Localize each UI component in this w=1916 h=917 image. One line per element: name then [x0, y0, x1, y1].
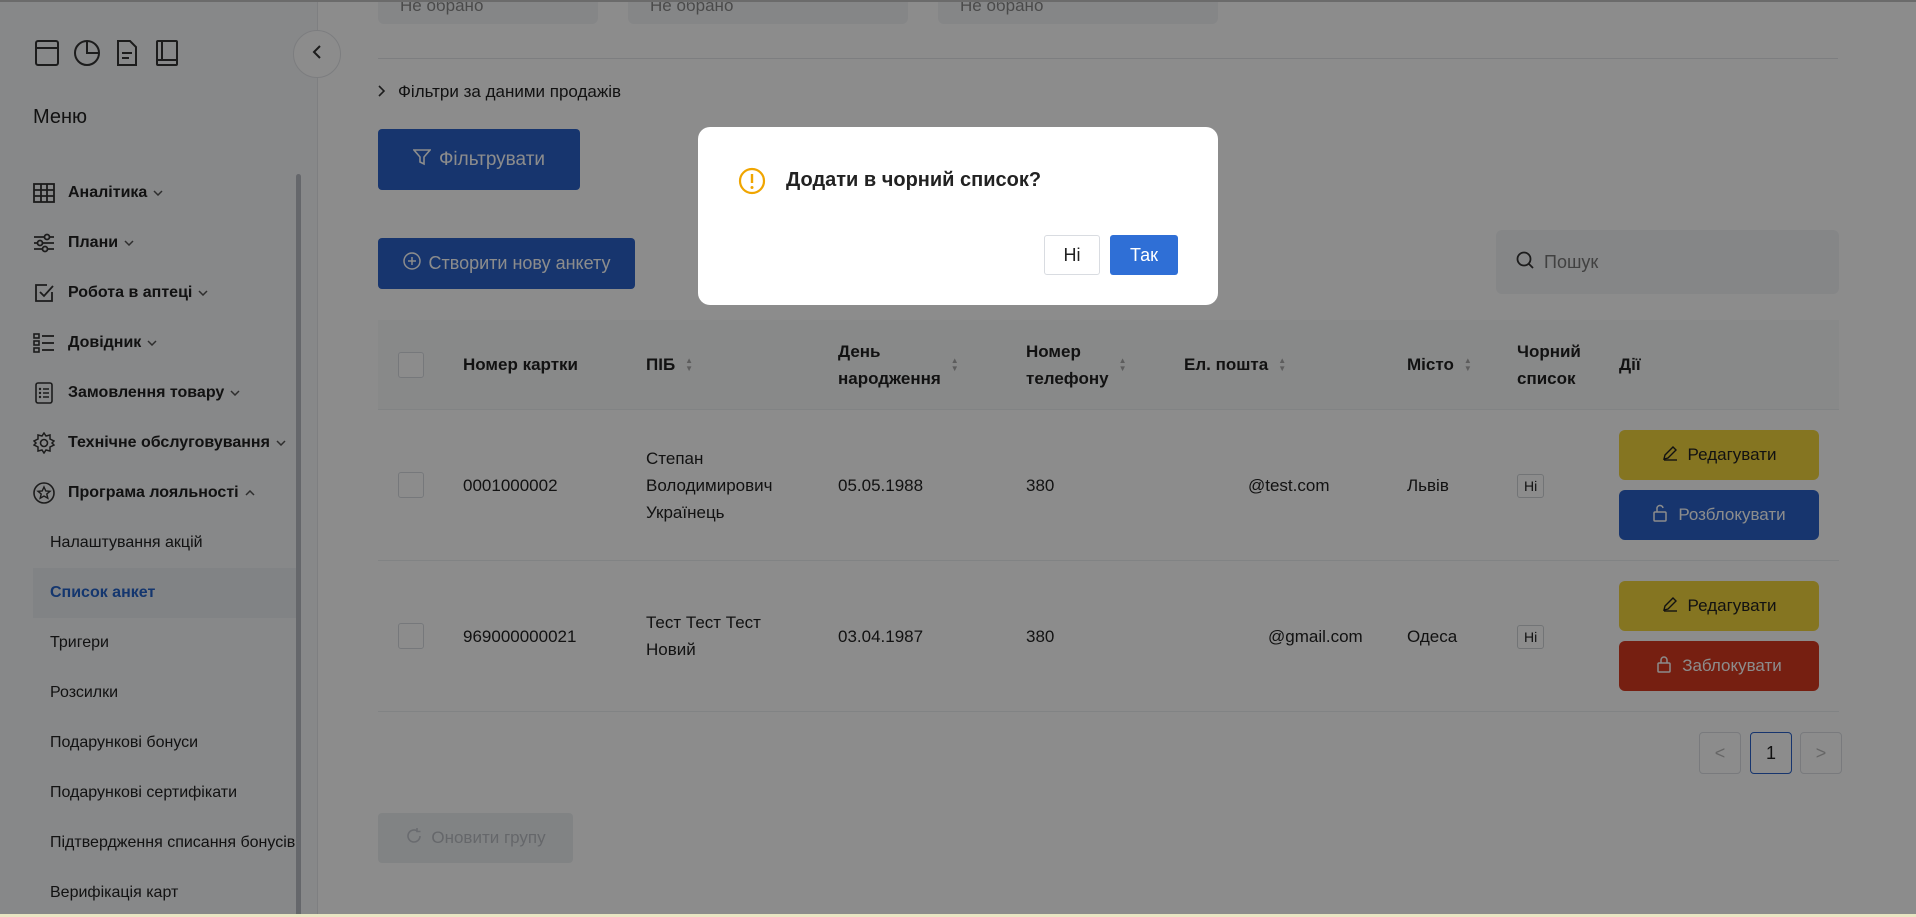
dialog-no-button[interactable]: Ні: [1044, 235, 1100, 275]
dialog-title: Додати в чорний список?: [786, 169, 1042, 191]
warning-icon: [738, 167, 766, 195]
window-top-border: [0, 0, 1916, 2]
confirm-dialog: Додати в чорний список? Ні Так: [698, 127, 1218, 305]
dialog-yes-button[interactable]: Так: [1110, 235, 1178, 275]
